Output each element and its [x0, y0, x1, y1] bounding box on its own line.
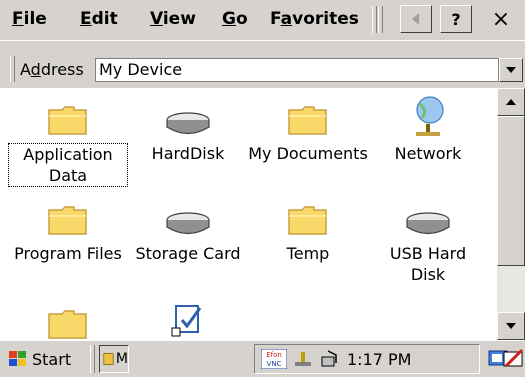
connectivity-icon[interactable] — [319, 349, 341, 369]
list-item-my-documents[interactable]: My Documents — [248, 88, 368, 164]
menu-view[interactable]: View — [150, 9, 196, 29]
help-button[interactable]: ? — [440, 5, 472, 33]
start-label: Start — [32, 349, 72, 369]
list-item-harddisk[interactable]: HardDisk — [128, 88, 248, 164]
power-plug-icon[interactable] — [293, 350, 313, 368]
folder-icon — [48, 206, 87, 235]
address-grip[interactable] — [10, 56, 15, 82]
item-label: My Documents — [248, 144, 368, 163]
keyboard-input-button[interactable] — [500, 345, 525, 373]
windows-flag-icon — [9, 351, 26, 366]
vnc-icon-bottom-text: VNC — [267, 360, 282, 368]
vnc-icon-top-text: Efon — [266, 351, 282, 359]
start-button[interactable]: Start — [2, 345, 77, 373]
item-label: Network — [394, 144, 462, 163]
drive-icon — [406, 212, 450, 235]
menu-favorites[interactable]: Favorites — [270, 9, 359, 29]
folder-icon — [48, 310, 87, 339]
list-item-temp[interactable]: Temp — [248, 198, 368, 264]
address-label: Address — [20, 60, 84, 79]
item-label: Temp — [286, 244, 330, 263]
list-item[interactable] — [8, 302, 128, 340]
taskbar-app-label: M — [115, 351, 128, 367]
vnc-icon[interactable]: Efon VNC — [261, 349, 287, 369]
folder-icon — [288, 106, 327, 135]
input-panel-icon — [503, 348, 524, 368]
chevron-down-icon — [506, 323, 516, 329]
address-input[interactable]: My Device — [95, 58, 499, 82]
toolbar-grip[interactable] — [378, 6, 383, 33]
app-icon — [103, 353, 114, 365]
system-tray: Efon VNC 1:17 PM — [254, 344, 480, 374]
item-label: Storage Card — [135, 244, 241, 263]
taskbar-separator — [90, 345, 95, 373]
item-label: USB Hard Disk — [389, 244, 467, 284]
list-item-network[interactable]: Network — [368, 88, 488, 164]
scroll-down-button[interactable] — [497, 312, 525, 340]
list-item[interactable] — [128, 298, 248, 338]
item-label: HardDisk — [151, 144, 225, 163]
vertical-scrollbar[interactable] — [497, 88, 525, 340]
item-label: Application Data — [8, 143, 128, 187]
address-bar: Address My Device — [0, 54, 525, 86]
file-list: Application Data HardDisk My Documents N… — [0, 88, 497, 340]
taskbar: Start M Efon VNC 1:17 PM — [0, 340, 525, 377]
menu-edit[interactable]: Edit — [80, 9, 118, 29]
list-item-usb-hard-disk[interactable]: USB Hard Disk — [368, 198, 488, 285]
menu-file[interactable]: File — [12, 9, 47, 29]
list-item-application-data[interactable]: Application Data — [8, 88, 128, 187]
toolbar-grip[interactable] — [372, 6, 377, 33]
folder-icon — [288, 206, 327, 235]
drive-icon — [166, 112, 210, 135]
taskbar-app-button[interactable]: M — [99, 345, 129, 373]
drive-icon — [166, 212, 210, 235]
address-dropdown-button[interactable] — [499, 58, 523, 82]
folder-icon — [48, 106, 87, 135]
back-button[interactable] — [400, 5, 432, 33]
scroll-thumb[interactable] — [497, 116, 525, 266]
scroll-up-button[interactable] — [497, 88, 525, 116]
list-item-storage-card[interactable]: Storage Card — [128, 198, 248, 264]
back-arrow-icon — [412, 13, 419, 25]
menu-go[interactable]: Go — [222, 9, 248, 29]
item-label: Program Files — [14, 244, 122, 263]
menu-bar: File Edit View Go Favorites ? × — [0, 0, 525, 41]
chevron-down-icon — [506, 67, 516, 73]
clock[interactable]: 1:17 PM — [347, 350, 411, 369]
chevron-up-icon — [506, 99, 516, 105]
close-button[interactable]: × — [485, 5, 517, 33]
network-icon — [416, 96, 444, 136]
list-item-program-files[interactable]: Program Files — [8, 198, 128, 264]
shortcut-icon — [171, 305, 202, 337]
